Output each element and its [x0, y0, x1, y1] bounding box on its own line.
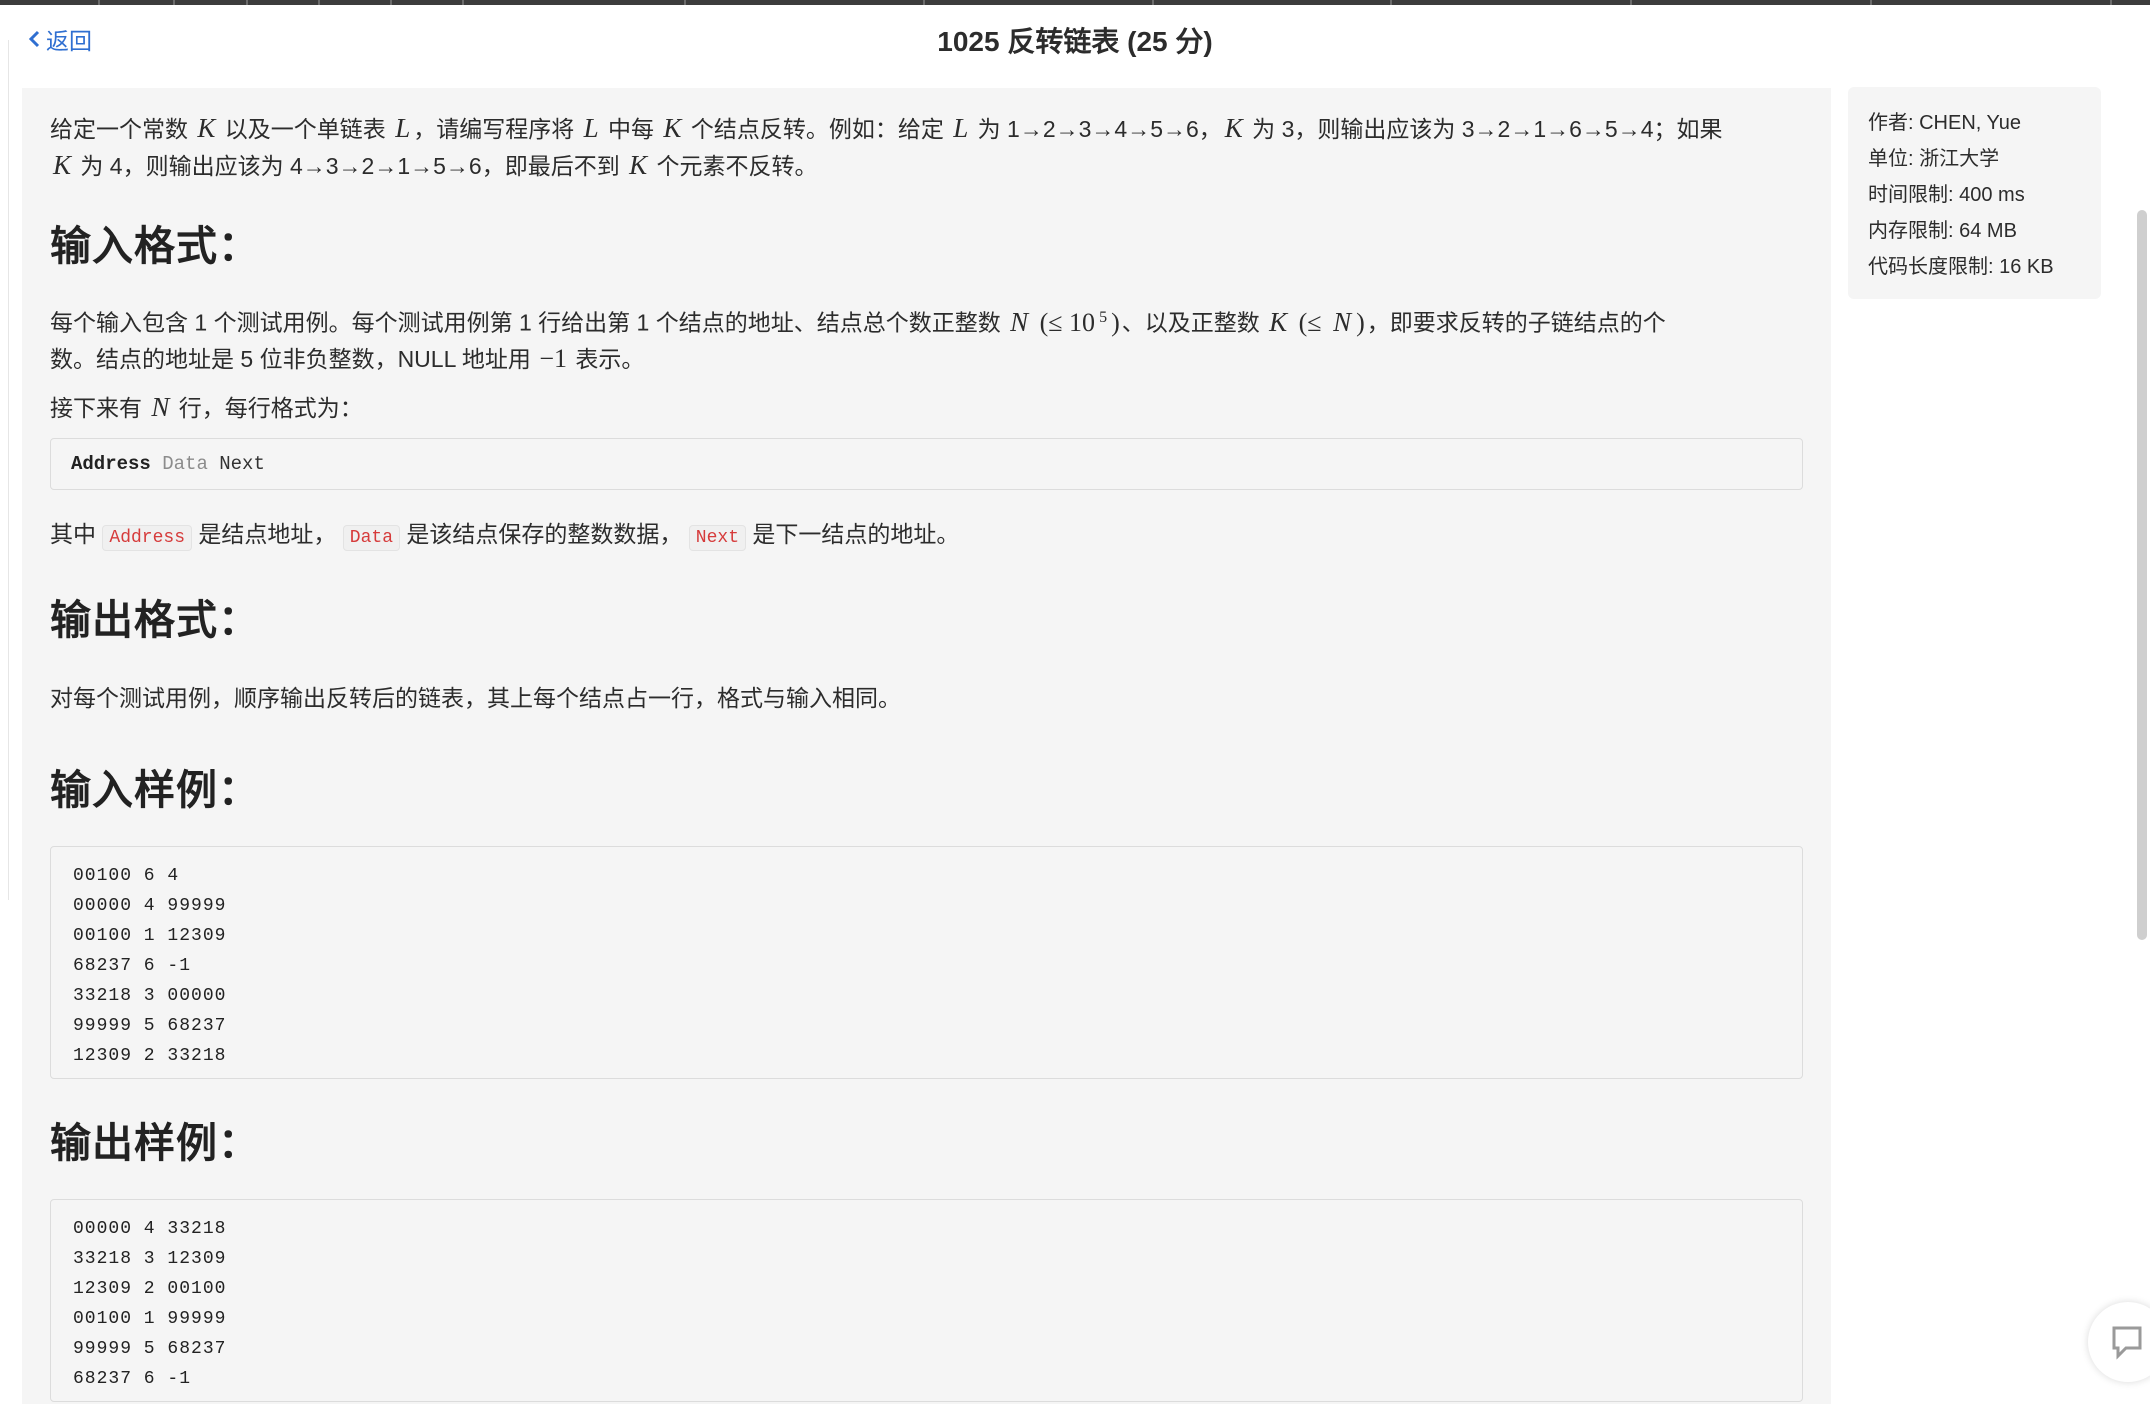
code-line: 12309 2 00100: [73, 1278, 227, 1299]
sample-output-heading: 输出样例：: [50, 1119, 260, 1166]
code-line: 99999 5 68237: [73, 1015, 227, 1036]
code-line: 99999 5 68237: [73, 1338, 227, 1359]
memory-limit: 内存限制: 64 MB: [1868, 220, 2017, 242]
code-line: 33218 3 00000: [73, 985, 227, 1006]
author: 作者: CHEN, Yue: [1868, 112, 2022, 134]
problem-info-panel: 作者: CHEN, Yue 单位: 浙江大学 时间限制: 400 ms 内存限制…: [1848, 87, 2101, 299]
code-line: 68237 6 -1: [73, 1368, 192, 1389]
unit: 单位: 浙江大学: [1868, 148, 2000, 170]
input-format-heading: 输入格式：: [50, 223, 260, 269]
feedback-button[interactable]: [2088, 1302, 2150, 1382]
code-line: 00000 4 33218: [73, 1218, 227, 1239]
scrollbar[interactable]: [2137, 210, 2147, 940]
input-lines-text: 接下来有 N 行，每行格式为：: [50, 391, 363, 422]
code-line: 12309 2 33218: [73, 1045, 227, 1066]
code-length-limit: 代码长度限制: 16 KB: [1868, 256, 2054, 278]
top-bar: [0, 0, 2150, 5]
field-explanation: 其中 Address 是结点地址， Data 是该结点保存的整数数据， Next…: [50, 516, 1803, 556]
problem-description: 给定一个常数 K 以及一个单链表 L ，请编写程序将 L 中每 K 个结点反转。例…: [50, 113, 1723, 180]
code-line: 68237 6 -1: [73, 955, 192, 976]
left-edge: [0, 40, 9, 900]
sample-input-code: 00100 6 4 00000 4 99999 00100 1 12309 68…: [50, 845, 1803, 1079]
output-format-text: 对每个测试用例，顺序输出反转后的链表，其上每个结点占一行，格式与输入相同。: [50, 684, 901, 711]
code-line: 00100 1 12309: [73, 925, 227, 946]
sample-input-heading: 输入样例：: [50, 766, 260, 813]
code-line: 00100 1 99999: [73, 1308, 227, 1329]
format-code-line: Address Data Next: [50, 437, 1803, 490]
input-format-text: 每个输入包含 1 个测试用例。每个测试用例第 1 行给出第 1 个结点的地址、结…: [50, 306, 1666, 373]
problem-content: 给定一个常数 K 以及一个单链表 L ，请编写程序将 L 中每 K 个结点反转。例…: [22, 88, 1831, 1404]
code-line: 00100 6 4: [73, 865, 180, 886]
time-limit: 时间限制: 400 ms: [1868, 184, 2025, 206]
code-line: 33218 3 12309: [73, 1248, 227, 1269]
code-line: 00000 4 99999: [73, 895, 227, 916]
inline-code-address: Address: [102, 524, 193, 551]
feedback-icon: [2112, 1326, 2142, 1360]
inline-code-next: Next: [688, 524, 747, 551]
output-format-heading: 输出格式：: [50, 596, 260, 643]
page-title: 1025 反转链表 (25 分): [937, 26, 1213, 57]
inline-code-data: Data: [342, 524, 401, 551]
sample-output-code: 00000 4 33218 33218 3 12309 12309 2 0010…: [50, 1198, 1803, 1402]
